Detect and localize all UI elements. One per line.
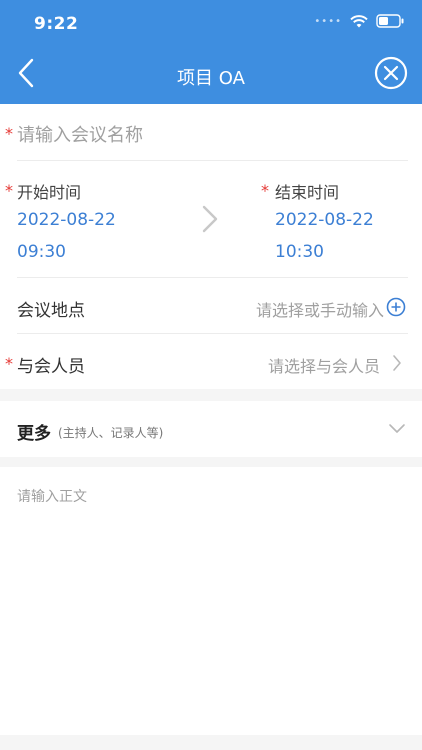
location-input[interactable]: 请选择或手动输入 [256,297,384,321]
required-mark: * [5,354,13,373]
location-row[interactable]: 会议地点 请选择或手动输入 [0,278,422,333]
add-circle-icon[interactable] [386,297,406,317]
page-title: 项目 OA [177,68,245,89]
chevron-right-icon [393,355,401,371]
start-time-picker[interactable]: * 开始时间 2022-08-22 09:30 [0,161,190,277]
battery-icon [376,14,404,28]
end-time-label: 结束时间 [275,183,340,202]
attendees-select[interactable]: 请选择与会人员 [268,353,380,377]
status-time: 9:22 [34,14,79,34]
app-header: 9:22 •••• 项目 OA [0,0,422,104]
attendees-label: 与会人员 [17,357,85,377]
location-label: 会议地点 [17,301,85,321]
wifi-icon [350,14,368,27]
more-section[interactable]: 更多 (主持人、记录人等) [0,401,422,457]
start-time: 09:30 [17,242,66,262]
end-time-picker[interactable]: * 结束时间 2022-08-22 10:30 [240,161,422,277]
required-mark: * [5,181,13,200]
required-mark: * [261,181,269,200]
chevron-right-icon [202,205,218,233]
more-hint: (主持人、记录人等) [58,426,164,440]
attendees-row[interactable]: * 与会人员 请选择与会人员 [0,334,422,389]
start-time-label: 开始时间 [17,183,82,202]
end-date: 2022-08-22 [275,210,374,230]
end-time: 10:30 [275,242,324,262]
body-input[interactable]: 请输入正文 [17,486,87,506]
more-label: 更多 [17,424,51,444]
close-circle-icon[interactable] [374,56,408,90]
start-date: 2022-08-22 [17,210,116,230]
meeting-form: * 请输入会议名称 * 开始时间 2022-08-22 09:30 * 结束时间… [0,104,422,389]
signal-dots-icon: •••• [314,15,342,27]
meeting-name-input[interactable]: 请输入会议名称 [17,121,143,147]
required-mark: * [5,124,13,143]
body-editor[interactable]: 请输入正文 [0,467,422,735]
status-icons: •••• [314,14,404,28]
chevron-down-icon[interactable] [388,423,406,435]
